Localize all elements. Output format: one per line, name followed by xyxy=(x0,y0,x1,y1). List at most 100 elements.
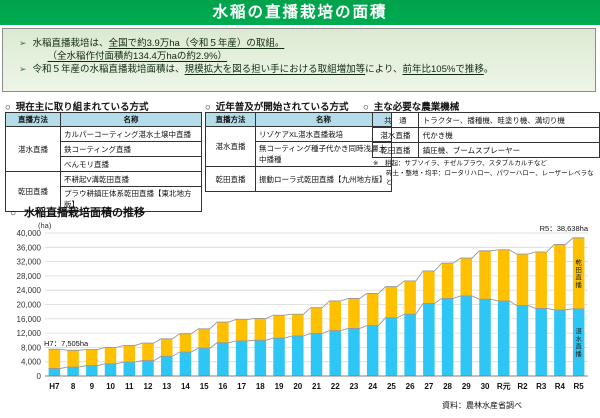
svg-text:R3: R3 xyxy=(536,382,547,391)
bar-tansui xyxy=(461,296,473,376)
svg-text:14: 14 xyxy=(181,382,190,391)
svg-text:19: 19 xyxy=(275,382,284,391)
trend-chart: 04,0008,00012,00016,00020,00024,00028,00… xyxy=(0,220,600,398)
summary-box: ➢ 水稲直播栽培は、全国で約3.9万ha（令和５年産）の取組。（全水稲作付面積約1… xyxy=(2,28,596,92)
bar-tansui xyxy=(442,298,454,376)
bar-tansui xyxy=(105,364,117,376)
circle-marker-icon: ○ xyxy=(363,102,369,113)
svg-text:24: 24 xyxy=(368,382,377,391)
svg-text:26: 26 xyxy=(406,382,415,391)
bar-tansui xyxy=(180,352,192,376)
bar-tansui xyxy=(329,331,341,376)
bar-kanden xyxy=(105,347,117,363)
summary-bullets: ➢ 水稲直播栽培は、全国で約3.9万ha（令和５年産）の取組。（全水稲作付面積約1… xyxy=(19,37,587,76)
bar-kanden xyxy=(255,318,266,340)
bar-tansui xyxy=(348,328,360,376)
svg-text:8: 8 xyxy=(71,382,76,391)
bar-kanden xyxy=(554,244,566,309)
bar-kanden xyxy=(386,287,398,318)
machine-row-label: 湛水直播 xyxy=(373,128,419,143)
machine-row-value: 鎮圧機、ブームスプレーヤー xyxy=(418,143,599,158)
name-cell: 鉄コーティング直播 xyxy=(61,142,202,157)
svg-text:9: 9 xyxy=(90,382,95,391)
bar-tansui xyxy=(198,348,210,376)
summary-bullet: ➢ 令和５年産の水稲直播栽培面積は、規模拡大を図る担い手における取組増加等により、… xyxy=(19,63,587,76)
svg-text:23: 23 xyxy=(349,382,358,391)
circle-marker-icon: ○ xyxy=(10,208,16,219)
bar-kanden xyxy=(517,254,529,305)
bar-tansui xyxy=(479,299,491,376)
col-header-method: 直播方法 xyxy=(206,113,256,127)
bar-kanden xyxy=(180,334,192,352)
bar-tansui xyxy=(535,308,547,376)
bullet-arrow-icon: ➢ xyxy=(19,63,27,76)
svg-text:10: 10 xyxy=(106,382,115,391)
svg-text:8,000: 8,000 xyxy=(21,343,42,352)
bar-tansui xyxy=(67,367,79,376)
svg-text:20,000: 20,000 xyxy=(17,301,42,310)
svg-text:R元: R元 xyxy=(497,382,511,391)
bar-tansui xyxy=(217,343,229,376)
bar-kanden xyxy=(311,308,323,334)
source-note: 資料：農林水産省調べ xyxy=(0,400,522,411)
bullet-arrow-icon: ➢ xyxy=(19,37,27,63)
bar-kanden xyxy=(142,343,154,361)
svg-text:4,000: 4,000 xyxy=(21,358,42,367)
svg-text:12: 12 xyxy=(144,382,153,391)
svg-text:16,000: 16,000 xyxy=(17,315,42,324)
bar-tansui xyxy=(49,368,61,376)
machines-table: 共 通 トラクター、播種機、畦塗り機、溝切り機 湛水直播 代かき機 乾田直播 鎮… xyxy=(372,112,600,158)
bar-kanden xyxy=(498,250,510,301)
col-header-name: 名称 xyxy=(61,113,202,127)
bar-tansui xyxy=(386,318,398,376)
bar-tansui xyxy=(273,338,285,376)
bar-tansui xyxy=(161,356,173,376)
bar-kanden xyxy=(292,314,304,336)
machines-note: ※ 耕起：サブソイラ、チゼルプラウ、スタブルカルチなど 砕土・整地・均平：ロータ… xyxy=(373,159,599,188)
svg-text:15: 15 xyxy=(200,382,209,391)
bullet-line: （全水稲作付面積約134.4万haの約2.9%） xyxy=(33,50,285,63)
bar-kanden xyxy=(479,251,491,299)
bar-tansui xyxy=(311,333,323,376)
name-cell: 振動ローラ式乾田直播【九州地方版】 xyxy=(256,167,392,192)
bar-label-tansui: 湛水直播 xyxy=(575,328,582,359)
bar-tansui xyxy=(367,326,379,376)
svg-text:27: 27 xyxy=(424,382,433,391)
bullet-line: 令和５年産の水稲直播栽培面積は、規模拡大を図る担い手における取組増加等により、前… xyxy=(33,63,494,76)
machine-row-value: 代かき機 xyxy=(418,128,599,143)
new-methods-table: 直播方法 名称 湛水直播 リゾケアXL湛水直播栽培 無コーティング種子代かき同時… xyxy=(205,112,392,192)
bar-kanden xyxy=(329,301,341,331)
machine-row-label: 乾田直播 xyxy=(373,143,419,158)
method-cell: 湛水直播 xyxy=(6,127,61,172)
current-methods-table: 直播方法 名称 湛水直播 カルパーコーティング湛水土壌中直播 鉄コーティング直播… xyxy=(5,112,202,212)
bar-kanden xyxy=(124,346,136,362)
svg-text:21: 21 xyxy=(312,382,321,391)
svg-text:22: 22 xyxy=(331,382,340,391)
svg-text:H7: H7 xyxy=(49,382,60,391)
bars xyxy=(49,238,585,376)
col-header-method: 直播方法 xyxy=(6,113,61,127)
bar-kanden xyxy=(367,293,379,325)
bar-tansui xyxy=(423,303,435,376)
svg-text:13: 13 xyxy=(162,382,171,391)
svg-text:28,000: 28,000 xyxy=(17,272,42,281)
machine-row-value: トラクター、播種機、畦塗り機、溝切り機 xyxy=(418,113,599,128)
svg-text:29: 29 xyxy=(462,382,471,391)
method-cell: 湛水直播 xyxy=(206,127,256,167)
svg-text:25: 25 xyxy=(387,382,396,391)
chart-title: ○水稲直播栽培面積の推移 xyxy=(10,204,145,220)
bar-kanden xyxy=(535,252,547,308)
svg-text:24,000: 24,000 xyxy=(17,286,42,295)
section-title-new-methods: ○近年普及が開始されている方式 xyxy=(205,99,348,113)
bar-kanden xyxy=(217,322,229,343)
svg-text:0: 0 xyxy=(37,372,42,381)
svg-text:18: 18 xyxy=(256,382,265,391)
svg-text:28: 28 xyxy=(443,382,452,391)
bullet-line: 水稲直播栽培は、全国で約3.9万ha（令和５年産）の取組。 xyxy=(33,37,285,50)
name-cell: べんモリ直播 xyxy=(61,157,202,172)
bar-tansui xyxy=(404,314,416,376)
svg-text:11: 11 xyxy=(125,382,134,391)
method-cell: 乾田直播 xyxy=(206,167,256,192)
svg-text:R5: R5 xyxy=(574,382,585,391)
bar-kanden xyxy=(67,350,79,367)
